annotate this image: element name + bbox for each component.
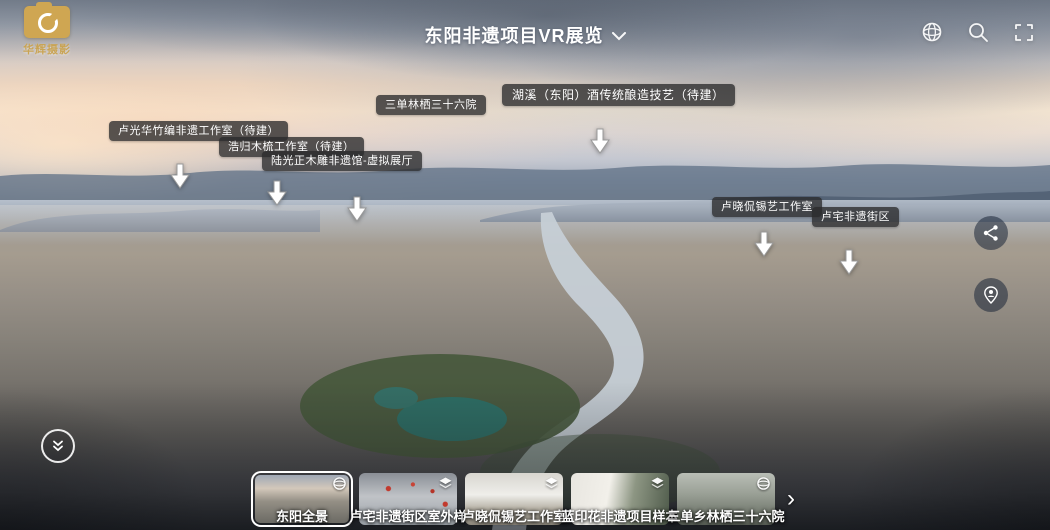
city-panorama	[0, 0, 1050, 530]
scenes-badge-icon	[544, 476, 559, 491]
hotspot-arrow-icon[interactable]	[267, 180, 287, 206]
scene-thumbnail-label: 东阳全景	[276, 506, 328, 525]
hotspot-arrow-icon[interactable]	[170, 163, 190, 189]
scene-thumbnail[interactable]: 三单乡林栖三十六院	[677, 473, 775, 525]
double-chevron-down-icon	[51, 439, 65, 453]
carousel-next-button[interactable]: ›	[783, 487, 797, 525]
vignette-overlay	[0, 0, 1050, 530]
scene-thumbnail-label: 卢晓侃锡艺工作室	[462, 506, 566, 525]
hotspot-arrow-icon[interactable]	[754, 231, 774, 257]
scene-thumbnail-label: 卢宅非遗街区室外样	[349, 506, 466, 525]
hotspot-arrow-icon[interactable]	[839, 249, 859, 275]
chevron-down-icon	[612, 32, 626, 41]
scene-thumbnail-label: 蓝印花非遗项目样本	[561, 506, 678, 525]
scene-thumbnail[interactable]: 卢晓侃锡艺工作室	[465, 473, 563, 525]
scenes-badge-icon	[650, 476, 665, 491]
pano-badge-icon	[756, 476, 771, 491]
page-title: 东阳非遗项目VR展览	[424, 22, 603, 48]
hotspot-label[interactable]: 三单林栖三十六院	[376, 95, 486, 115]
hotspot-label[interactable]: 湖溪（东阳）酒传统酿造技艺（待建）	[502, 84, 735, 106]
hotspot-label[interactable]: 卢晓侃锡艺工作室	[712, 197, 822, 217]
sky-clouds	[0, 0, 1050, 530]
scene-thumbnail[interactable]: 卢宅非遗街区室外样	[359, 473, 457, 525]
scenes-badge-icon	[438, 476, 453, 491]
scene-title-dropdown[interactable]: 东阳非遗项目VR展览	[0, 22, 1050, 48]
scene-thumbnail-label: 三单乡林栖三十六院	[667, 506, 784, 525]
fullscreen-icon[interactable]	[1012, 20, 1036, 44]
collapse-carousel-button[interactable]	[41, 429, 75, 463]
scene-carousel: 东阳全景 卢宅非遗街区室外样 卢晓侃锡艺工作室 蓝印花非遗项目样	[253, 473, 797, 525]
pano-badge-icon	[332, 476, 347, 491]
gyroscope-icon[interactable]	[920, 20, 944, 44]
hotspot-arrow-icon[interactable]	[347, 196, 367, 222]
search-icon[interactable]	[966, 20, 990, 44]
hotspot-arrow-icon[interactable]	[590, 128, 610, 154]
scene-thumbnail[interactable]: 东阳全景	[253, 473, 351, 525]
viewer-toolbar	[920, 20, 1036, 44]
panorama-viewer[interactable]: 华辉摄影 东阳非遗项目VR展览 卢光华竹编非遗工作室（待建） 浩归木梳工作室（待…	[0, 0, 1050, 530]
hotspot-label[interactable]: 陆光正木雕非遗馆-虚拟展厅	[262, 151, 422, 171]
share-icon	[982, 224, 1000, 242]
share-button[interactable]	[974, 216, 1008, 250]
visitor-button[interactable]	[974, 278, 1008, 312]
hotspot-label[interactable]: 卢宅非遗街区	[812, 207, 899, 227]
visitor-icon	[982, 286, 1000, 304]
scene-thumbnail[interactable]: 蓝印花非遗项目样本	[571, 473, 669, 525]
